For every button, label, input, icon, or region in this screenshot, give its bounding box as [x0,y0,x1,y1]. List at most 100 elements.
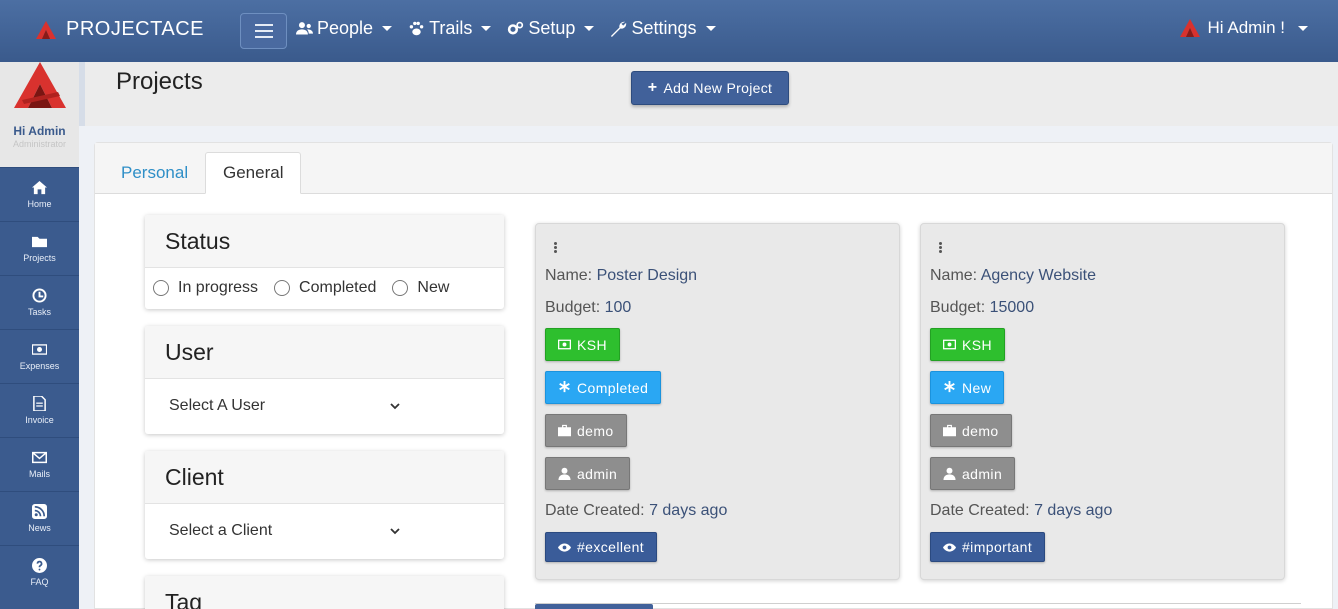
envelope-icon [32,451,47,464]
eye-icon [943,542,956,552]
nav-trails-label: Trails [429,18,473,38]
status-badge[interactable]: New [930,371,1005,404]
category-label: demo [962,422,999,439]
partial-button[interactable] [535,604,653,609]
status-radio-group: In progress Completed New [145,268,504,297]
wrench-icon [611,21,627,37]
project-budget: Budget: 100 [545,299,632,316]
tab-general[interactable]: General [205,152,302,194]
sidebar-item-projects[interactable]: Projects [0,221,79,275]
sidebar-item-tasks[interactable]: Tasks [0,275,79,329]
chevron-down-icon [390,528,400,535]
paw-icon [409,21,424,36]
radio-circle[interactable] [392,280,409,296]
caret-down-icon [705,26,716,31]
main-nav: People Trails Setup Settings [296,18,716,39]
user-logo-icon [1179,19,1200,37]
menu-toggle-button[interactable] [240,13,287,49]
sidebar-item-home[interactable]: Home [0,167,79,221]
more-options-icon[interactable] [939,242,942,254]
status-radio-new[interactable]: New [392,279,449,297]
tag-filter-panel: Tag [145,576,504,609]
more-options-icon[interactable] [554,242,557,254]
project-name: Name: Agency Website [930,267,1097,284]
sidebar: Hi Admin Administrator Home Projects Tas… [0,62,79,609]
sidebar-item-label: News [28,523,51,533]
caret-down-icon [584,26,595,31]
brand-logo-icon [36,20,56,39]
nav-trails[interactable]: Trails [408,18,492,39]
owner-badge[interactable]: admin [930,457,1016,490]
user-filter-title: User [145,326,504,379]
user-select[interactable]: Select A User [145,379,504,433]
brand-name: PROJECTACE [66,18,204,40]
sidebar-item-mails[interactable]: Mails [0,437,79,491]
brand[interactable]: PROJECTACE [36,18,204,41]
home-icon [32,180,47,195]
sidebar-item-label: Tasks [27,307,51,317]
user-filter-panel: User Select A User [145,326,504,434]
status-radio-completed[interactable]: Completed [274,279,376,297]
clock-icon [32,288,47,303]
status-filter-title: Status [145,215,504,268]
chevron-down-icon [390,403,400,410]
question-icon [32,558,47,573]
sidebar-item-label: FAQ [30,577,49,587]
nav-settings[interactable]: Settings [610,18,716,39]
user-select-value: Select A User [169,397,266,414]
users-icon [296,22,313,35]
tag-label: #excellent [577,539,645,555]
briefcase-icon [558,424,571,437]
currency-label: KSH [577,336,607,353]
owner-badge[interactable]: admin [545,457,631,490]
currency-badge[interactable]: KSH [930,328,1005,361]
status-radio-in-progress[interactable]: In progress [153,279,258,297]
tag-badge[interactable]: #excellent [545,532,658,562]
tag-label: #important [962,539,1033,555]
profile-name: Hi Admin [13,124,66,138]
radio-label: In progress [178,279,259,296]
sidebar-item-label: Home [27,199,52,209]
tab-personal[interactable]: Personal [104,152,205,194]
nav-settings-label: Settings [631,18,697,38]
tag-badge[interactable]: #important [930,532,1046,562]
eye-icon [558,542,571,552]
nav-people[interactable]: People [296,18,393,39]
status-filter-panel: Status In progress Completed New [145,215,504,309]
sidebar-item-expenses[interactable]: Expenses [0,329,79,383]
nav-setup[interactable]: Setup [507,18,595,39]
sidebar-item-label: Projects [23,253,56,263]
category-label: demo [577,422,614,439]
category-badge[interactable]: demo [545,414,627,447]
money-icon [32,344,47,355]
project-card: Name: Agency Website Budget: 15000 KSH N… [920,223,1285,580]
category-badge[interactable]: demo [930,414,1012,447]
top-navbar: PROJECTACE People Trails Setup Settings [0,0,1338,62]
project-budget: Budget: 15000 [930,299,1035,316]
currency-badge[interactable]: KSH [545,328,620,361]
status-label: New [962,379,992,396]
rss-icon [32,504,47,519]
client-select-value: Select a Client [169,522,273,539]
nav-setup-label: Setup [528,18,576,38]
status-label: Completed [577,379,649,396]
project-date: Date Created: 7 days ago [930,502,1113,519]
project-date: Date Created: 7 days ago [545,502,728,519]
user-icon [558,467,571,480]
client-select[interactable]: Select a Client [145,504,504,558]
document-icon [33,396,46,411]
project-name: Name: Poster Design [545,267,698,284]
tabs-bar: Personal General [95,143,1332,194]
radio-circle[interactable] [274,280,291,296]
user-menu[interactable]: Hi Admin ! [1179,18,1308,38]
add-new-project-button[interactable]: + Add New Project [631,71,789,105]
sidebar-item-news[interactable]: News [0,491,79,545]
page-title: Projects [116,68,203,95]
profile-logo-icon [13,62,66,108]
sidebar-item-faq[interactable]: FAQ [0,545,79,599]
sidebar-item-label: Mails [28,469,50,479]
currency-label: KSH [962,336,992,353]
radio-circle[interactable] [153,280,169,296]
sidebar-item-invoice[interactable]: Invoice [0,383,79,437]
status-badge[interactable]: Completed [545,371,662,404]
